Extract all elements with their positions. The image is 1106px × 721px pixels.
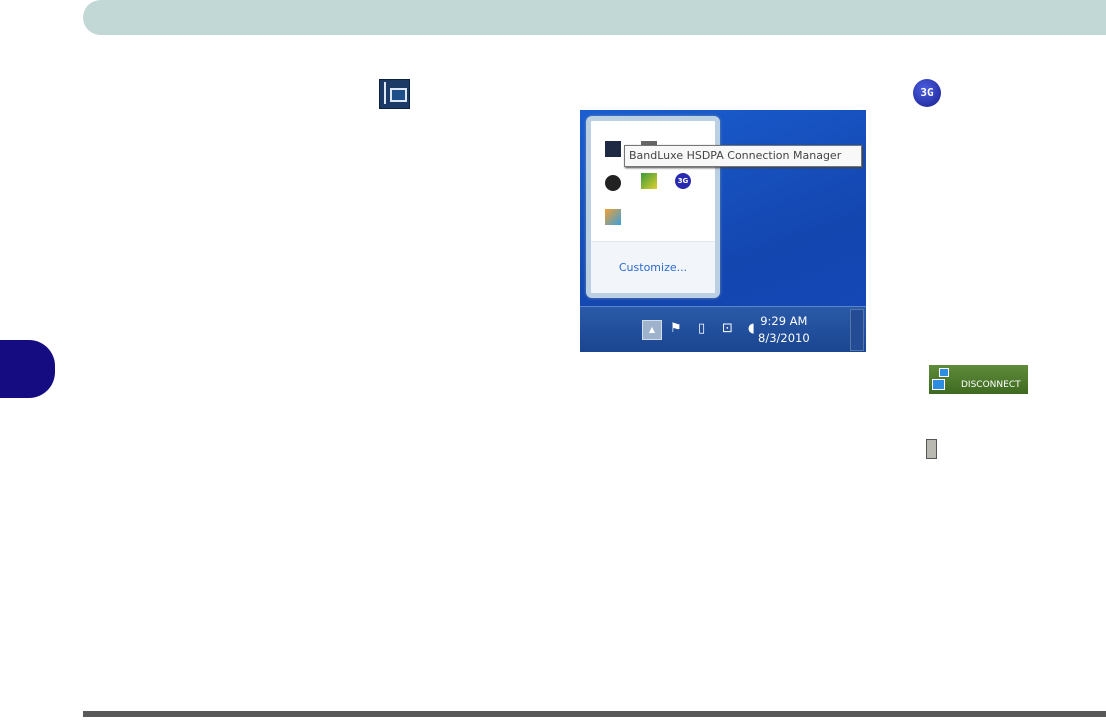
page-header-bar [83, 0, 1106, 35]
taskbar-screenshot: 3G Customize... BandLuxe HSDPA Connectio… [580, 110, 866, 352]
media-tray-icon[interactable] [605, 175, 621, 191]
warning-tray-icon[interactable] [641, 173, 657, 189]
3g-connection-manager-icon: 3G [913, 79, 941, 107]
show-hidden-icons-button[interactable]: ▲ [642, 320, 662, 340]
footer-rule [83, 711, 1106, 717]
device-icon [926, 439, 937, 459]
disconnect-label: DISCONNECT [961, 380, 1021, 390]
notification-overflow-popup: 3G Customize... [586, 116, 720, 298]
monitor-tray-icon[interactable] [605, 141, 621, 157]
windows-tray-icon[interactable] [605, 209, 621, 225]
show-desktop-button[interactable] [850, 309, 864, 351]
chapter-tab [0, 340, 55, 398]
tooltip: BandLuxe HSDPA Connection Manager [624, 145, 862, 167]
network-lan-icon [379, 79, 410, 109]
battery-icon[interactable]: ▯ [698, 321, 705, 336]
clock-time: 9:29 AM [760, 314, 808, 328]
network-icon[interactable]: ⊡ [722, 321, 733, 336]
3g-tray-icon[interactable]: 3G [675, 173, 691, 189]
customize-link[interactable]: Customize... [591, 241, 715, 293]
disconnect-button-icon: DISCONNECT [929, 365, 1028, 394]
taskbar: ▲ ⚑ ▯ ⊡ ◖ 9:29 AM 8/3/2010 [580, 306, 866, 352]
clock-date: 8/3/2010 [758, 331, 810, 345]
action-center-flag-icon[interactable]: ⚑ [670, 321, 682, 336]
clock[interactable]: 9:29 AM 8/3/2010 [758, 313, 810, 347]
volume-icon[interactable]: ◖ [748, 321, 755, 336]
